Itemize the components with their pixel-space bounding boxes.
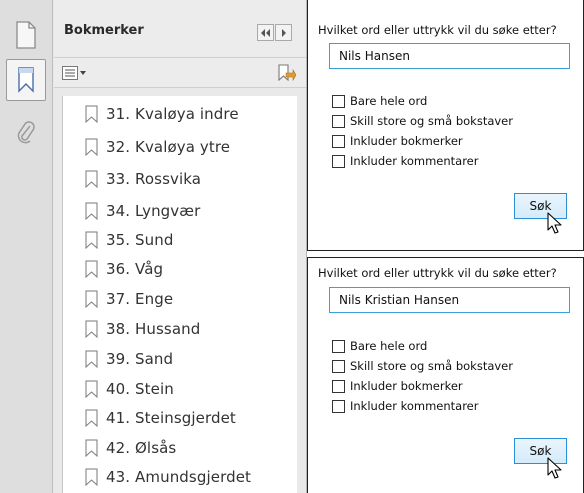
option-label: Bare hele ord [350,339,428,353]
bookmark-item[interactable]: 43. Amundsgjerdet [85,464,251,490]
option-label: Skill store og små bokstaver [350,114,513,128]
search-question-label: Hvilket ord eller uttrykk vil du søke et… [318,23,557,37]
paperclip-icon [17,121,35,144]
bookmark-icon [85,202,98,220]
bookmark-item[interactable]: 42. Ølsås [85,435,176,461]
bookmark-icon [85,231,98,249]
option-match-case[interactable]: Skill store og små bokstaver [332,114,513,128]
bookmark-icon [18,67,34,93]
bookmark-label: 38. Hussand [106,320,201,338]
bookmark-label: 42. Ølsås [106,439,177,457]
search-dialog: Hvilket ord eller uttrykk vil du søke et… [307,257,584,493]
bookmark-item[interactable]: 41. Steinsgjerdet [85,405,236,431]
checkbox[interactable] [332,359,345,373]
panel-title: Bokmerker [64,23,144,38]
bookmark-label: 41. Steinsgjerdet [106,409,236,427]
option-include-comments[interactable]: Inkluder kommentarer [332,399,478,413]
bookmark-icon [85,468,98,486]
option-label: Inkluder bokmerker [350,379,463,393]
bookmark-label: 36. Våg [106,260,164,278]
search-input[interactable] [329,287,570,313]
search-input[interactable] [329,43,570,69]
panel-header: Bokmerker [54,0,306,58]
bookmark-icon [85,170,98,188]
new-bookmark-button[interactable] [276,64,297,82]
bookmark-icon [85,138,98,156]
new-bookmark-icon [278,64,297,82]
options-menu-icon [62,66,86,80]
option-match-case[interactable]: Skill store og små bokstaver [332,359,513,373]
bookmark-item[interactable]: 39. Sand [85,346,173,372]
pages-icon [16,21,36,49]
bookmark-label: 34. Lyngvær [106,202,201,220]
bookmark-item[interactable]: 34. Lyngvær [85,198,200,224]
bookmark-icon [85,320,98,338]
bookmark-icon [85,260,98,278]
checkbox[interactable] [332,94,345,108]
checkbox[interactable] [332,154,345,168]
bookmark-icon [85,105,98,123]
option-include-bookmarks[interactable]: Inkluder bokmerker [332,379,463,393]
bookmark-item[interactable]: 35. Sund [85,227,173,253]
expand-icon [281,28,286,37]
bookmark-item[interactable]: 40. Stein [85,376,174,402]
bookmark-icon [85,439,98,457]
bookmark-label: 37. Enge [106,290,174,308]
option-whole-words[interactable]: Bare hele ord [332,339,427,353]
bookmark-item[interactable]: 38. Hussand [85,316,200,342]
bookmark-icon [85,290,98,308]
mouse-pointer-icon [547,457,562,479]
navigation-rail [0,0,53,493]
attachments-button[interactable] [6,112,46,154]
bookmark-label: 39. Sand [106,350,174,368]
bookmark-item[interactable]: 33. Rossvika [85,166,201,192]
bookmark-item[interactable]: 31. Kvaløya indre [85,101,239,127]
checkbox[interactable] [332,114,345,128]
search-dialog: Hvilket ord eller uttrykk vil du søke et… [307,0,584,251]
search-question-label: Hvilket ord eller uttrykk vil du søke et… [318,266,557,280]
checkbox[interactable] [332,399,345,413]
expand-panel-button[interactable] [275,24,292,41]
option-label: Skill store og små bokstaver [350,359,513,373]
option-include-bookmarks[interactable]: Inkluder bokmerker [332,134,463,148]
option-label: Inkluder bokmerker [350,134,463,148]
bookmark-label: 33. Rossvika [106,170,202,188]
checkbox[interactable] [332,339,345,353]
option-label: Inkluder kommentarer [350,154,479,168]
option-include-comments[interactable]: Inkluder kommentarer [332,154,478,168]
option-label: Inkluder kommentarer [350,399,479,413]
checkbox[interactable] [332,379,345,393]
options-menu-button[interactable] [62,65,88,81]
bookmarks-panel: Bokmerker 31. Kvaløya indre 32. Kvaløya … [54,0,306,493]
bookmark-icon [85,380,98,398]
bookmark-label: 31. Kvaløya indre [106,105,239,123]
bookmarks-viewer: Bokmerker 31. Kvaløya indre 32. Kvaløya … [0,0,307,493]
bookmark-icon [85,409,98,427]
bookmark-label: 40. Stein [106,380,174,398]
option-whole-words[interactable]: Bare hele ord [332,94,427,108]
bookmark-item[interactable]: 37. Enge [85,286,173,312]
bookmark-label: 43. Amundsgjerdet [106,468,251,486]
bookmarks-tab-button[interactable] [6,59,46,101]
panel-toolbar [54,58,306,88]
bookmark-item[interactable]: 32. Kvaløya ytre [85,134,230,160]
bookmark-label: 35. Sund [106,231,174,249]
bookmarks-list[interactable]: 31. Kvaløya indre 32. Kvaløya ytre 33. R… [62,96,297,493]
bookmark-item[interactable]: 36. Våg [85,256,163,282]
checkbox[interactable] [332,134,345,148]
mouse-pointer-icon [547,212,562,234]
option-label: Bare hele ord [350,94,428,108]
bookmark-icon [85,350,98,368]
pages-button[interactable] [6,14,46,56]
collapse-panel-button[interactable] [257,24,274,41]
collapse-icon [261,28,270,37]
bookmark-label: 32. Kvaløya ytre [106,138,231,156]
